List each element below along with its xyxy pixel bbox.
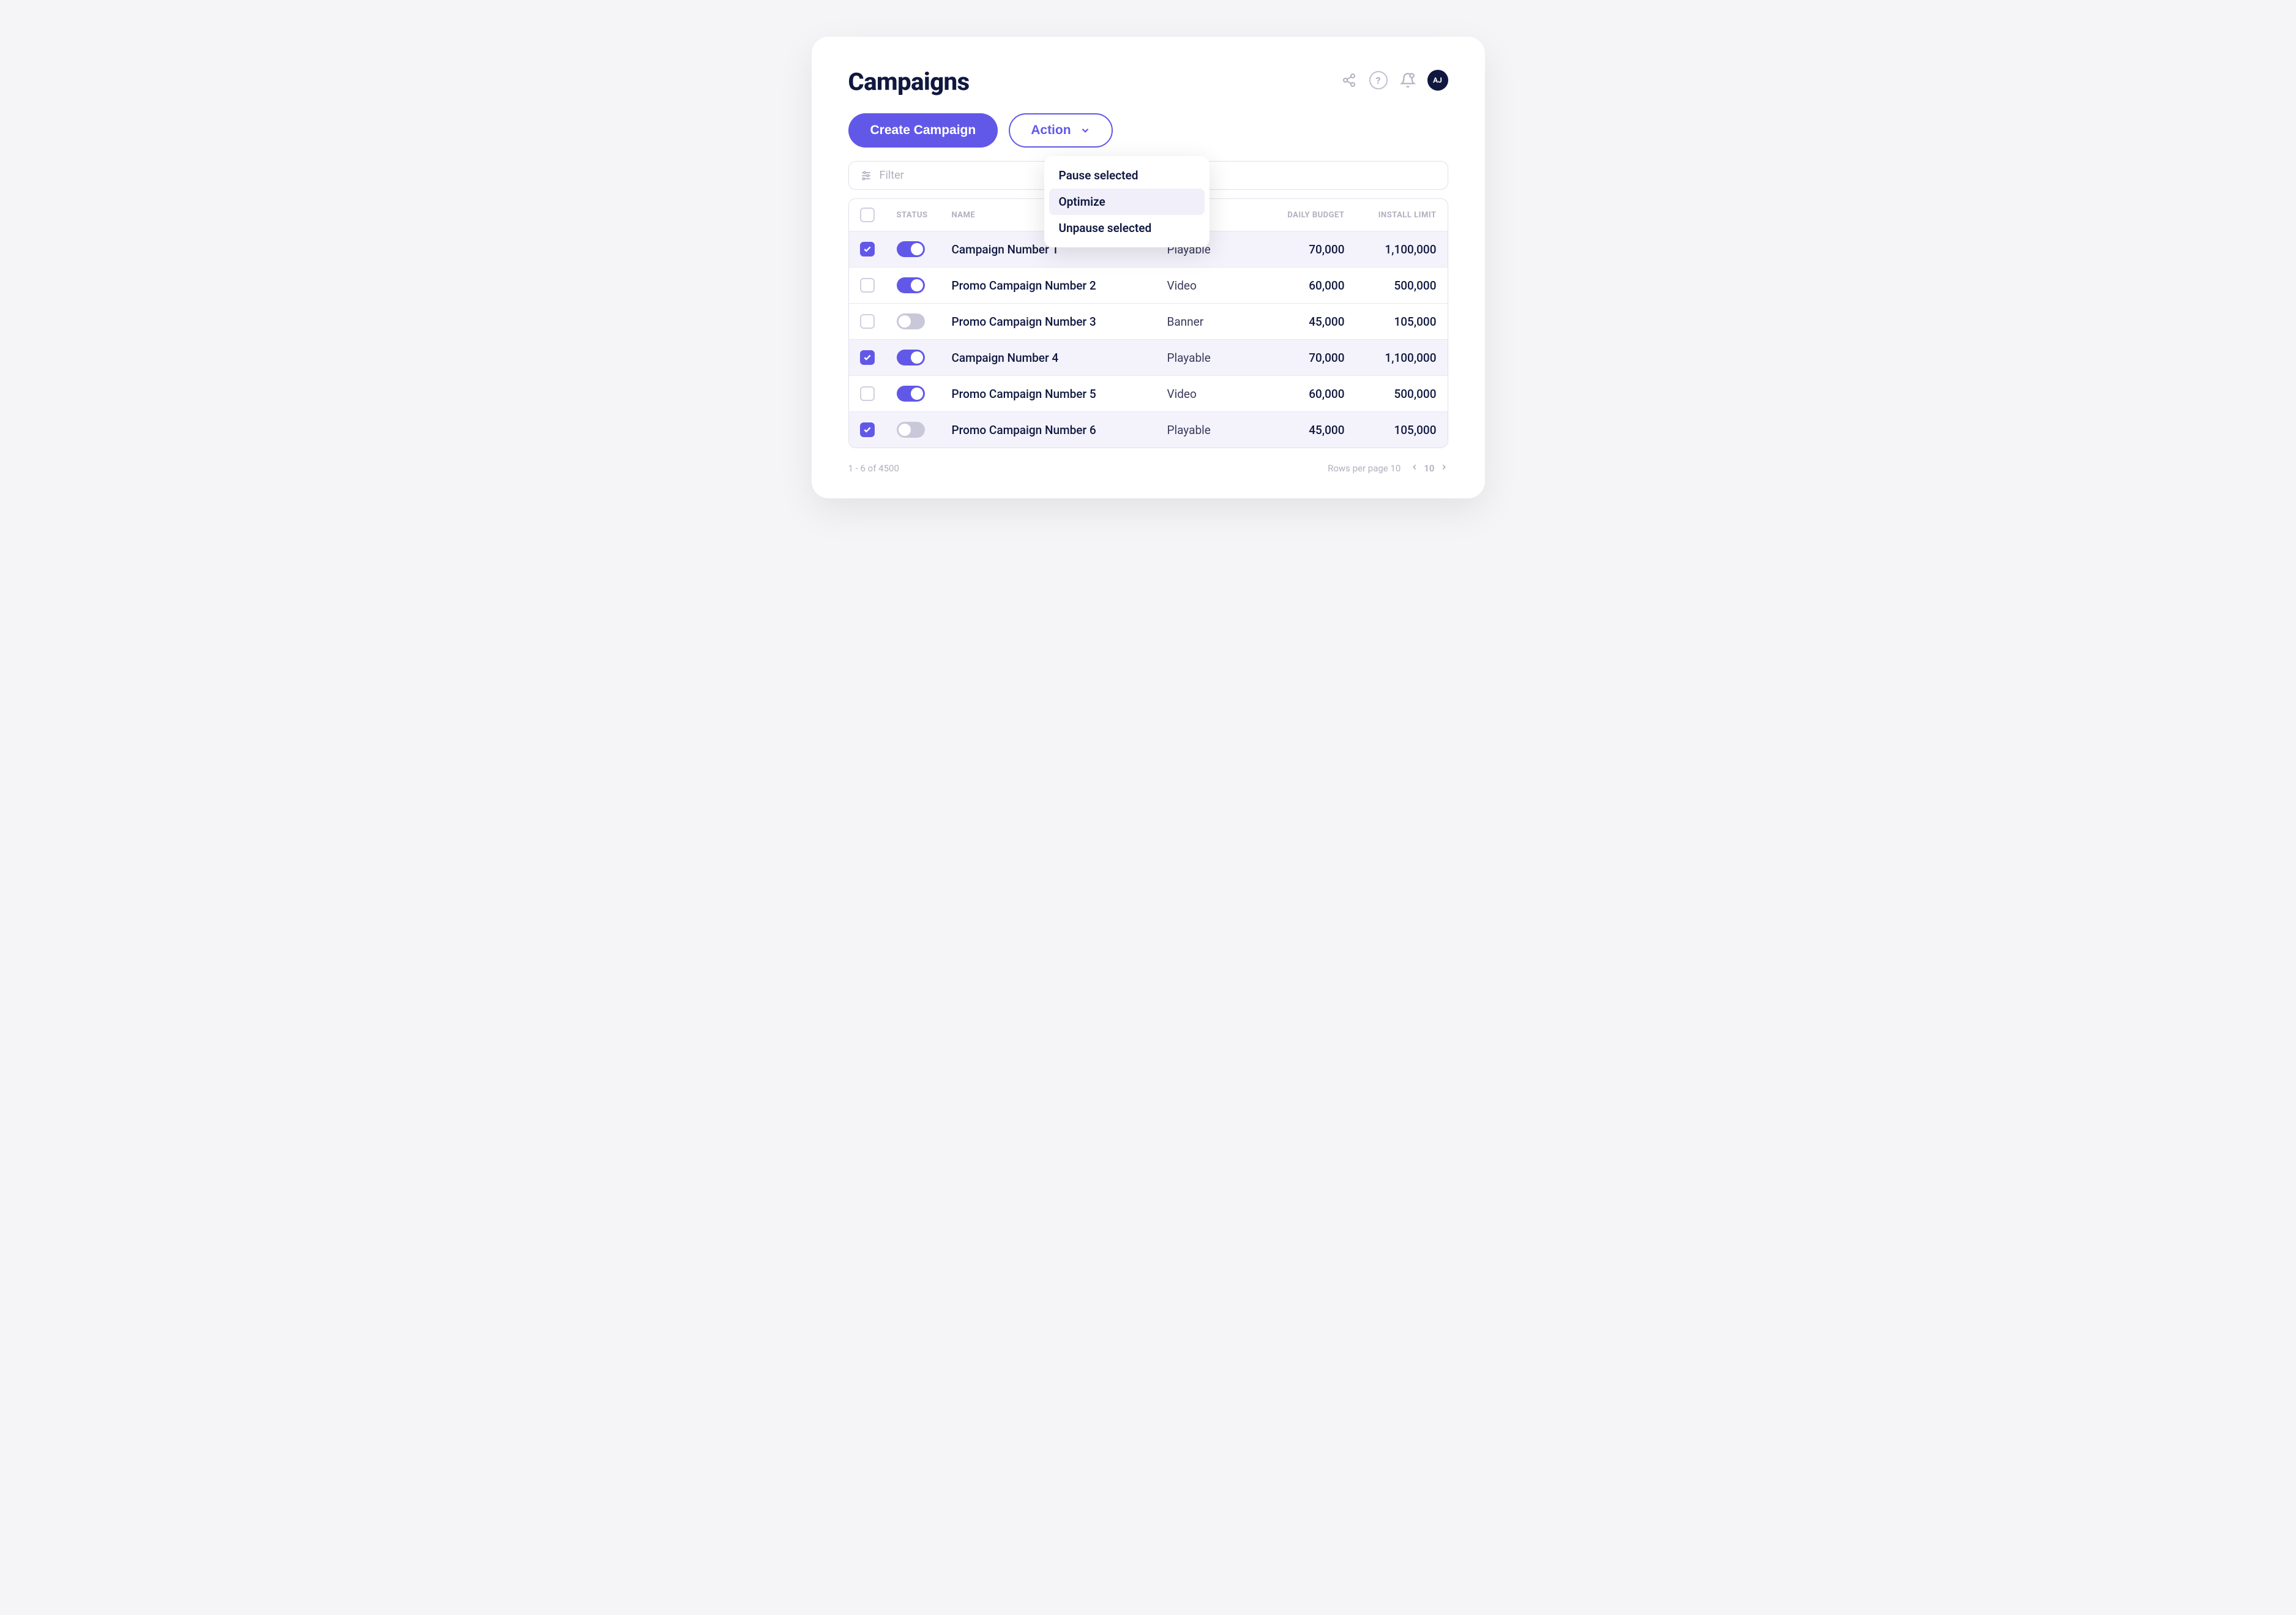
header: Campaigns ? AJ bbox=[848, 67, 1448, 96]
range-label: 1 - 6 of 4500 bbox=[848, 463, 899, 474]
pager: 10 bbox=[1410, 463, 1448, 474]
install-limit: 105,000 bbox=[1345, 315, 1437, 329]
campaign-name: Promo Campaign Number 3 bbox=[952, 315, 1167, 329]
dropdown-item-unpause[interactable]: Unpause selected bbox=[1049, 215, 1205, 241]
table-body: Campaign Number 1Playable70,0001,100,000… bbox=[849, 231, 1448, 448]
status-toggle[interactable] bbox=[897, 277, 925, 293]
campaign-name: Promo Campaign Number 6 bbox=[952, 423, 1167, 437]
help-icon[interactable]: ? bbox=[1369, 70, 1388, 90]
install-limit: 1,100,000 bbox=[1345, 351, 1437, 365]
table-row[interactable]: Promo Campaign Number 6Playable45,000105… bbox=[849, 411, 1448, 448]
daily-budget: 70,000 bbox=[1253, 351, 1345, 365]
daily-budget: 45,000 bbox=[1253, 423, 1345, 437]
header-icons: ? AJ bbox=[1339, 70, 1448, 91]
prev-page-button[interactable] bbox=[1410, 463, 1419, 474]
avatar[interactable]: AJ bbox=[1427, 70, 1448, 91]
actions-row: Create Campaign Action Pause selected Op… bbox=[848, 113, 1448, 148]
campaign-type: Video bbox=[1167, 279, 1253, 293]
row-checkbox[interactable] bbox=[860, 242, 875, 257]
column-status: STATUS bbox=[897, 211, 952, 220]
status-toggle[interactable] bbox=[897, 422, 925, 438]
row-checkbox[interactable] bbox=[860, 350, 875, 365]
action-dropdown-label: Action bbox=[1031, 123, 1071, 138]
share-icon[interactable] bbox=[1339, 70, 1359, 90]
table-row[interactable]: Promo Campaign Number 3Banner45,000105,0… bbox=[849, 303, 1448, 339]
dropdown-item-pause[interactable]: Pause selected bbox=[1049, 162, 1205, 189]
status-toggle[interactable] bbox=[897, 350, 925, 365]
daily-budget: 60,000 bbox=[1253, 387, 1345, 401]
rows-per-page-label: Rows per page 10 bbox=[1328, 463, 1400, 474]
daily-budget: 60,000 bbox=[1253, 279, 1345, 293]
install-limit: 500,000 bbox=[1345, 387, 1437, 401]
table-footer: 1 - 6 of 4500 Rows per page 10 10 bbox=[848, 463, 1448, 474]
row-checkbox[interactable] bbox=[860, 422, 875, 437]
column-install-limit: INSTALL LIMIT bbox=[1345, 211, 1437, 220]
create-campaign-button[interactable]: Create Campaign bbox=[848, 113, 998, 148]
action-dropdown-menu: Pause selected Optimize Unpause selected bbox=[1044, 156, 1210, 247]
row-checkbox[interactable] bbox=[860, 314, 875, 329]
campaign-type: Playable bbox=[1167, 423, 1253, 437]
page-title: Campaigns bbox=[848, 67, 970, 96]
filter-placeholder: Filter bbox=[880, 169, 904, 182]
action-dropdown-button[interactable]: Action bbox=[1009, 113, 1112, 148]
campaign-name: Promo Campaign Number 2 bbox=[952, 279, 1167, 293]
next-page-button[interactable] bbox=[1440, 463, 1448, 474]
campaign-type: Playable bbox=[1167, 351, 1253, 365]
install-limit: 105,000 bbox=[1345, 423, 1437, 437]
row-checkbox[interactable] bbox=[860, 386, 875, 401]
status-toggle[interactable] bbox=[897, 241, 925, 257]
campaign-name: Promo Campaign Number 5 bbox=[952, 387, 1167, 401]
row-checkbox[interactable] bbox=[860, 278, 875, 293]
install-limit: 500,000 bbox=[1345, 279, 1437, 293]
daily-budget: 70,000 bbox=[1253, 242, 1345, 257]
column-daily-budget: DAILY BUDGET bbox=[1253, 211, 1345, 220]
table-row[interactable]: Promo Campaign Number 2Video60,000500,00… bbox=[849, 267, 1448, 303]
dropdown-item-optimize[interactable]: Optimize bbox=[1049, 189, 1205, 215]
campaign-name: Campaign Number 4 bbox=[952, 351, 1167, 365]
status-toggle[interactable] bbox=[897, 386, 925, 402]
table-row[interactable]: Campaign Number 4Playable70,0001,100,000 bbox=[849, 339, 1448, 375]
status-toggle[interactable] bbox=[897, 313, 925, 329]
footer-right: Rows per page 10 10 bbox=[1328, 463, 1448, 474]
current-page: 10 bbox=[1424, 463, 1434, 474]
table-row[interactable]: Promo Campaign Number 5Video60,000500,00… bbox=[849, 375, 1448, 411]
notifications-icon[interactable] bbox=[1398, 70, 1418, 90]
campaigns-panel: Campaigns ? AJ Create Campaign Action Pa… bbox=[812, 37, 1485, 498]
install-limit: 1,100,000 bbox=[1345, 242, 1437, 257]
chevron-down-icon bbox=[1080, 125, 1091, 136]
campaign-type: Banner bbox=[1167, 315, 1253, 329]
select-all-checkbox[interactable] bbox=[860, 208, 875, 222]
campaign-type: Video bbox=[1167, 387, 1253, 401]
daily-budget: 45,000 bbox=[1253, 315, 1345, 329]
filter-icon bbox=[860, 170, 872, 182]
